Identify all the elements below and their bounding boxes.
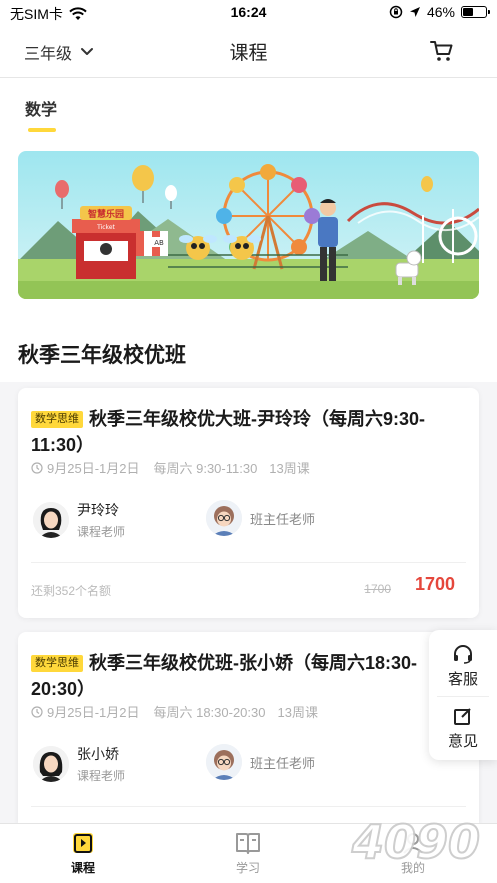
course-card[interactable]: 数学思维 秋季三年级校优班-张小娇（每周六18:30-20:30） 9月25日-1… — [18, 632, 479, 832]
status-right: 46% — [389, 4, 490, 20]
tab-courses-label: 课程 — [70, 861, 95, 875]
course-weeks: 13周课 — [277, 705, 318, 720]
bottom-tab-bar: 课程 学习 我的 — [0, 823, 497, 883]
tab-study[interactable]: 学习 — [208, 830, 288, 876]
booth-ticket-text: Ticket — [96, 224, 115, 231]
tab-math[interactable]: 数学 — [25, 96, 57, 120]
course-schedule: 每周六 18:30-20:30 — [153, 705, 266, 720]
teacher-info: 尹玲玲 课程老师 — [77, 500, 125, 540]
course-title: 数学思维 秋季三年级校优大班-尹玲玲（每周六9:30-11:30） — [31, 406, 431, 458]
customer-service-label: 客服 — [447, 670, 478, 688]
course-price: 1700 — [414, 574, 455, 594]
battery-percent: 46% — [426, 4, 455, 20]
headset-icon — [454, 644, 472, 664]
promo-banner[interactable]: 智慧乐园 Ticket AB — [18, 151, 479, 299]
tab-active-indicator — [28, 128, 56, 132]
class-assistant[interactable]: 班主任老师 — [206, 744, 315, 780]
banner-section: 智慧乐园 Ticket AB — [0, 144, 497, 322]
courses-tab-icon — [73, 833, 93, 853]
amusement-park-illustration: 智慧乐园 Ticket AB — [18, 151, 479, 299]
floating-actions: 客服 意见 — [429, 630, 497, 760]
clock-icon — [31, 461, 43, 474]
teacher-avatar — [33, 746, 69, 782]
page-title: 课程 — [229, 43, 268, 64]
course-weeks: 13周课 — [269, 461, 310, 476]
clock-icon — [31, 705, 43, 718]
subject-tag: 数学思维 — [31, 411, 83, 428]
card-divider — [31, 562, 466, 563]
course-dates: 9月25日-1月2日 — [47, 461, 140, 476]
profile-icon — [403, 833, 423, 854]
feedback-label: 意见 — [447, 732, 478, 750]
subject-tag: 数学思维 — [31, 655, 83, 672]
subject-tabs: 数学 — [0, 78, 497, 144]
location-arrow-icon — [409, 7, 420, 17]
edit-icon — [454, 707, 471, 725]
section-title: 秋季三年级校优班 — [18, 344, 186, 367]
course-meta: 9月25日-1月2日 每周六 18:30-20:30 13周课 — [31, 702, 318, 721]
cart-icon — [430, 41, 453, 61]
teacher-name: 张小娇 — [77, 746, 119, 762]
course-dates: 9月25日-1月2日 — [47, 705, 140, 720]
course-meta: 9月25日-1月2日 每周六 9:30-11:30 13周课 — [31, 458, 310, 477]
bot-label-text: AB — [154, 239, 164, 247]
orientation-lock-icon — [389, 5, 403, 19]
assistant-label: 班主任老师 — [250, 755, 316, 771]
original-price: 1700 — [364, 582, 391, 596]
battery-icon — [461, 6, 490, 18]
course-title-text: 秋季三年级校优班-张小娇（每周六18:30-20:30） — [31, 653, 418, 699]
course-title: 数学思维 秋季三年级校优班-张小娇（每周六18:30-20:30） — [31, 650, 431, 702]
teacher-info: 张小娇 课程老师 — [77, 744, 125, 784]
tab-mine[interactable]: 我的 — [373, 830, 453, 876]
tab-study-label: 学习 — [235, 861, 260, 875]
course-title-text: 秋季三年级校优大班-尹玲玲（每周六9:30-11:30） — [31, 409, 426, 455]
customer-service-button[interactable]: 客服 — [429, 636, 497, 696]
teacher-name: 尹玲玲 — [77, 502, 119, 518]
course-schedule: 每周六 9:30-11:30 — [153, 461, 258, 476]
teacher-avatar — [33, 502, 69, 538]
cart-button[interactable] — [429, 38, 455, 64]
tab-mine-label: 我的 — [400, 861, 425, 875]
section-header: 秋季三年级校优班 — [0, 322, 497, 382]
assistant-avatar — [206, 744, 242, 780]
tab-courses[interactable]: 课程 — [43, 830, 123, 876]
assistant-label: 班主任老师 — [250, 511, 316, 527]
course-card[interactable]: 数学思维 秋季三年级校优大班-尹玲玲（每周六9:30-11:30） 9月25日-1… — [18, 388, 479, 618]
course-teacher[interactable]: 张小娇 课程老师 — [33, 744, 125, 784]
card-divider — [31, 806, 466, 807]
feedback-button[interactable]: 意见 — [429, 698, 497, 758]
course-teacher[interactable]: 尹玲玲 课程老师 — [33, 500, 125, 540]
status-bar: 无SIM卡 16:24 46% — [0, 0, 497, 26]
book-icon — [236, 833, 260, 854]
battery-fill — [463, 8, 474, 16]
class-assistant[interactable]: 班主任老师 — [206, 500, 315, 536]
assistant-avatar — [206, 500, 242, 536]
nav-bar: 三年级 课程 — [0, 26, 497, 78]
booth-sign-text: 智慧乐园 — [88, 208, 124, 220]
remaining-seats: 还剩352个名额 — [31, 584, 112, 598]
float-separator — [437, 696, 489, 697]
teacher-role: 课程老师 — [77, 769, 126, 783]
teacher-role: 课程老师 — [77, 525, 126, 539]
